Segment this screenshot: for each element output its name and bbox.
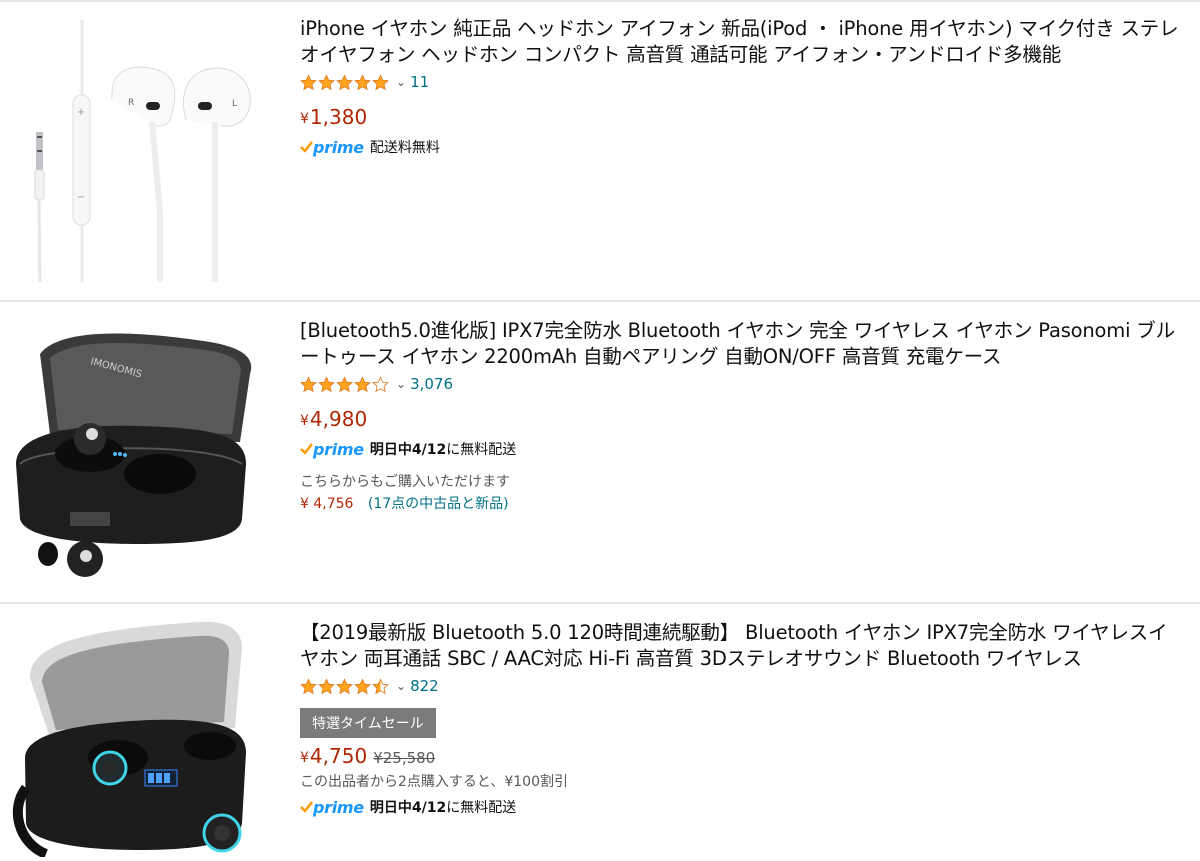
star-full-icon [372,73,389,90]
prime-logo: prime [300,440,364,459]
star-rating[interactable] [300,73,390,91]
prime-label: prime [313,137,364,157]
product-title-link[interactable]: iPhone イヤホン 純正品 ヘッドホン アイフォン 新品(iPod ・ iP… [300,16,1180,68]
earbuds-case-image: IMONOMIS [16,333,252,577]
rating-row: ⌄ 3,076 [300,373,1180,395]
multi-buy-discount: この出品者から2点購入すると、¥100割引 [300,774,568,790]
price[interactable]: ¥4,750 [300,744,367,768]
svg-text:−: − [77,192,85,203]
product-image-2[interactable]: IMONOMIS [10,314,260,584]
star-full-icon [336,677,353,694]
check-icon [300,141,313,153]
price-value: 4,980 [309,407,368,431]
delivery-text: 配送料無料 [369,140,440,156]
svg-text:L: L [232,99,237,109]
delivery-text: に無料配送 [446,442,517,458]
review-count-link[interactable]: 3,076 [410,375,453,393]
star-rating[interactable] [300,677,390,695]
svg-text:R: R [128,98,134,108]
delivery-date: 明日中4/12に無料配送 [370,797,516,817]
star-full-icon [336,73,353,90]
price-value: 1,380 [309,105,368,129]
price[interactable]: ¥1,380 [300,105,367,129]
prime-delivery: prime 明日中4/12に無料配送 [300,797,1180,817]
other-offers-row: ¥ 4,756 (17点の中古品と新品) [300,493,1180,513]
product-info-2: [Bluetooth5.0進化版] IPX7完全防水 Bluetooth イヤホ… [300,318,1180,513]
star-empty-icon [372,375,389,392]
star-full-icon [354,375,371,392]
product-title-link[interactable]: [Bluetooth5.0進化版] IPX7完全防水 Bluetooth イヤホ… [300,318,1180,370]
rating-row: ⌄ 822 [300,675,1180,697]
prime-delivery: prime 配送料無料 [300,137,1180,157]
search-result-1: + − R L iPhone イヤホン 純正品 ヘッドホン アイフォン 新品(i… [0,0,1200,300]
check-icon [300,801,313,813]
search-result-2: IMONOMIS [Bluetooth5.0進化版] IPX7完全防水 Blue… [0,302,1200,602]
review-count-link[interactable]: 11 [410,73,429,91]
price-row: ¥4,980 [300,407,1180,431]
check-icon [300,443,313,455]
rating-row: ⌄ 11 [300,71,1180,93]
search-result-3: 【2019最新版 Bluetooth 5.0 120時間連続駆動】 Blueto… [0,604,1200,859]
star-full-icon [300,375,317,392]
price-value: 4,750 [309,744,368,768]
price[interactable]: ¥4,980 [300,407,367,431]
delivery-text: に無料配送 [446,800,517,816]
prime-label: prime [313,439,364,459]
currency-symbol: ¥ [300,750,309,766]
star-full-icon [354,677,371,694]
product-title-link[interactable]: 【2019最新版 Bluetooth 5.0 120時間連続駆動】 Blueto… [300,620,1180,672]
product-image-1[interactable]: + − R L [10,10,260,283]
currency-symbol: ¥ [300,111,309,127]
star-full-icon [318,375,335,392]
wired-earphones-image: + − R L [34,20,251,283]
other-offers-link[interactable]: (17点の中古品と新品) [368,496,509,512]
star-full-icon [354,73,371,90]
prime-delivery: prime 明日中4/12に無料配送 [300,439,1180,459]
earbuds-powerbank-image [12,621,246,859]
svg-text:+: + [77,107,85,118]
star-half-icon [372,677,389,694]
delivery-date: 明日中4/12に無料配送 [370,439,516,459]
star-rating[interactable] [300,375,390,393]
list-price: ¥25,580 [373,749,436,767]
chevron-down-icon[interactable]: ⌄ [396,680,406,692]
prime-label: prime [313,797,364,817]
delivery-date-bold: 明日中4/12 [369,442,447,458]
star-full-icon [318,73,335,90]
star-full-icon [300,677,317,694]
price-row: ¥4,750 ¥25,580 [300,744,1180,768]
price-row: ¥1,380 [300,105,1180,129]
chevron-down-icon[interactable]: ⌄ [396,378,406,390]
review-count-link[interactable]: 822 [410,677,439,695]
delivery-date-bold: 明日中4/12 [369,800,447,816]
other-offer-price: ¥ 4,756 [300,496,354,512]
star-full-icon [336,375,353,392]
product-image-3[interactable] [10,618,260,859]
currency-symbol: ¥ [300,413,309,429]
prime-logo: prime [300,798,364,817]
deal-badge: 特選タイムセール [300,708,436,738]
star-full-icon [318,677,335,694]
prime-logo: prime [300,138,364,157]
star-full-icon [300,73,317,90]
other-offers-label: こちらからもご購入いただけます [300,474,510,490]
product-info-1: iPhone イヤホン 純正品 ヘッドホン アイフォン 新品(iPod ・ iP… [300,16,1180,157]
product-info-3: 【2019最新版 Bluetooth 5.0 120時間連続駆動】 Blueto… [300,620,1180,817]
chevron-down-icon[interactable]: ⌄ [396,76,406,88]
